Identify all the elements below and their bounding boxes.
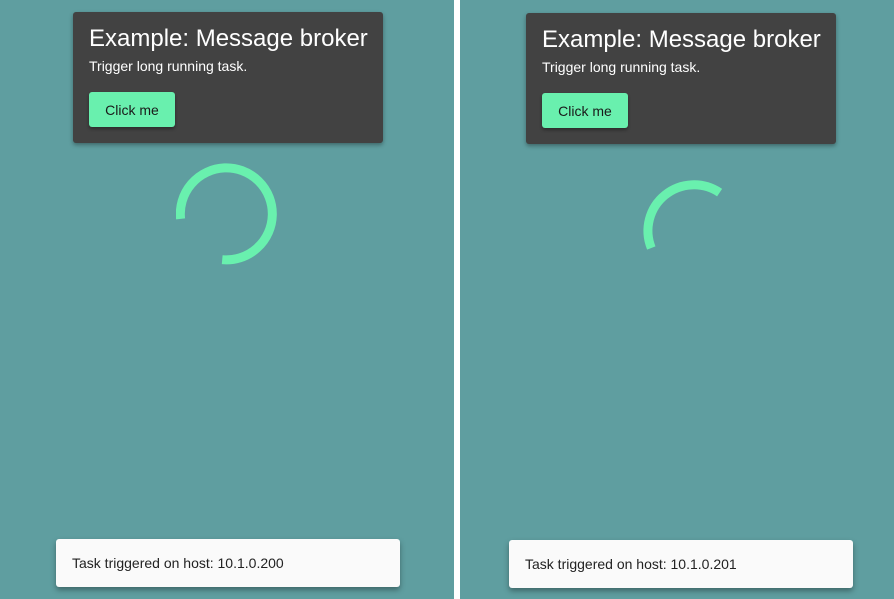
snackbar-message: Task triggered on host: 10.1.0.201 xyxy=(525,556,737,572)
loading-spinner-icon xyxy=(643,180,723,250)
spinner-arc xyxy=(643,180,723,250)
click-me-button[interactable]: Click me xyxy=(89,92,175,127)
panel-left: Example: Message broker Trigger long run… xyxy=(0,0,454,599)
panel-right: Example: Message broker Trigger long run… xyxy=(460,0,894,599)
click-me-button[interactable]: Click me xyxy=(542,93,628,128)
card-title: Example: Message broker xyxy=(89,25,368,52)
snackbar: Task triggered on host: 10.1.0.200 xyxy=(56,539,400,587)
spinner-arc xyxy=(176,163,277,265)
loading-spinner-icon xyxy=(176,163,277,265)
card-title: Example: Message broker xyxy=(542,26,821,53)
card-subtitle: Trigger long running task. xyxy=(89,58,248,74)
snackbar-message: Task triggered on host: 10.1.0.200 xyxy=(72,555,284,571)
example-card: Example: Message broker Trigger long run… xyxy=(73,12,383,143)
example-card: Example: Message broker Trigger long run… xyxy=(526,13,836,144)
card-subtitle: Trigger long running task. xyxy=(542,59,701,75)
snackbar: Task triggered on host: 10.1.0.201 xyxy=(509,540,853,588)
